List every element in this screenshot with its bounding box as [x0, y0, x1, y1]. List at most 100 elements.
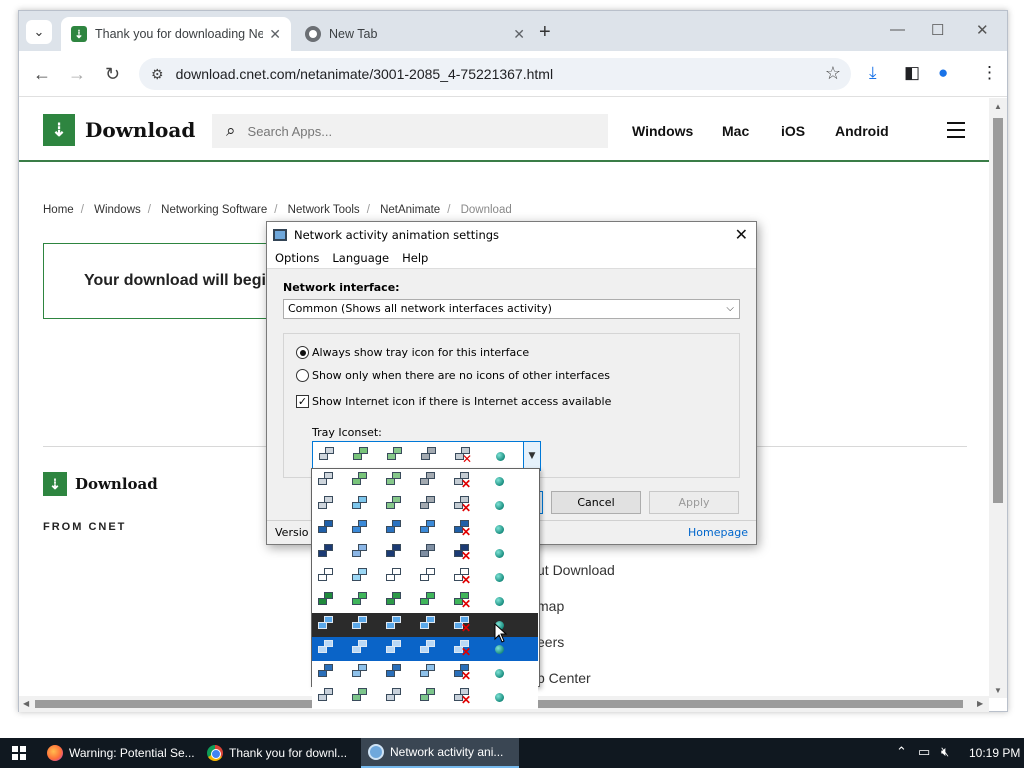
radio-show-only-label: Show only when there are no icons of oth…: [312, 369, 610, 382]
breadcrumb-windows[interactable]: Windows: [94, 204, 141, 216]
iconset-row[interactable]: ✕: [312, 661, 538, 685]
site-info-icon[interactable]: ⚙: [151, 66, 164, 83]
network-activity-icon: [386, 640, 402, 657]
network-activity-icon: [318, 568, 334, 585]
menu-kebab-icon[interactable]: ⋮: [981, 63, 998, 83]
profile-icon[interactable]: ●: [938, 63, 948, 83]
dialog-menubar: Options Language Help: [267, 248, 756, 268]
network-activity-icon: [386, 664, 402, 681]
site-search-input[interactable]: ⌕ Search Apps...: [212, 114, 608, 148]
show-hidden-icons-chevron-icon[interactable]: ⌃: [896, 744, 907, 760]
close-tab-icon[interactable]: ✕: [269, 26, 281, 43]
tray-iconset-combo[interactable]: ✕ ▼: [312, 441, 541, 471]
iconset-dropdown-list[interactable]: ✕ ✕ ✕ ✕ ✕ ✕ ✕ ✕ ✕ ✕: [311, 468, 540, 709]
nav-ios[interactable]: iOS: [781, 123, 805, 139]
network-activity-icon: [421, 447, 437, 464]
network-interface-select[interactable]: Common (Shows all network interfaces act…: [283, 299, 740, 319]
network-disconnected-icon: ✕: [454, 520, 471, 538]
network-activity-icon: [420, 568, 436, 585]
tab-cnet-download[interactable]: ⇣ Thank you for downloading Ne ✕: [61, 17, 291, 51]
dialog-close-icon[interactable]: ✕: [735, 225, 748, 244]
forward-button[interactable]: →: [68, 64, 86, 85]
homepage-link[interactable]: Homepage: [688, 526, 748, 539]
radio-show-only[interactable]: Show only when there are no icons of oth…: [296, 369, 610, 382]
iconset-row[interactable]: ✕: [312, 685, 538, 709]
iconset-row[interactable]: ✕: [312, 541, 538, 565]
menu-options[interactable]: Options: [275, 251, 319, 265]
side-panel-icon[interactable]: ◧: [904, 63, 920, 83]
hamburger-menu-icon[interactable]: [947, 122, 965, 143]
footer-logo-text[interactable]: Download: [75, 475, 158, 493]
taskbar: Warning: Potential Se... Thank you for d…: [0, 738, 1024, 768]
scroll-right-icon[interactable]: ▶: [977, 699, 983, 708]
tab-title: New Tab: [329, 27, 378, 41]
reload-button[interactable]: ↻: [105, 64, 120, 85]
maximize-button[interactable]: ☐: [931, 21, 944, 39]
iconset-row[interactable]: ✕: [312, 565, 538, 589]
window-close-button[interactable]: ✕: [976, 21, 989, 39]
windows-start-icon[interactable]: [12, 746, 26, 760]
iconset-row[interactable]: ✕: [312, 469, 538, 493]
chevron-down-icon[interactable]: ▼: [523, 442, 540, 470]
network-activity-icon: [318, 496, 334, 513]
scroll-left-icon[interactable]: ◀: [23, 699, 29, 708]
chevron-down-icon: ⌵: [726, 303, 734, 314]
menu-help[interactable]: Help: [402, 251, 428, 265]
radio-always-show[interactable]: Always show tray icon for this interface: [296, 346, 529, 359]
new-tab-button[interactable]: +: [539, 21, 551, 44]
breadcrumb-home[interactable]: Home: [43, 204, 74, 216]
taskbar-clock[interactable]: 10:19 PM: [969, 746, 1020, 760]
footer-link-careers[interactable]: eers: [537, 634, 564, 650]
taskbar-chrome-label: Thank you for downl...: [229, 746, 348, 760]
volume-muted-icon[interactable]: 🔇︎: [941, 744, 949, 760]
minimize-button[interactable]: —: [890, 21, 905, 38]
network-activity-icon: [318, 472, 334, 489]
tab-strip: ⌄ ⇣ Thank you for downloading Ne ✕ New T…: [19, 11, 1007, 51]
nav-mac[interactable]: Mac: [722, 123, 749, 139]
network-tray-icon[interactable]: ▭: [918, 744, 930, 760]
scroll-up-icon[interactable]: ▲: [994, 102, 1002, 111]
download-logo-icon[interactable]: ⇣: [43, 114, 75, 146]
iconset-row[interactable]: ✕: [312, 517, 538, 541]
menu-language[interactable]: Language: [332, 251, 389, 265]
footer-link-help-center[interactable]: p Center: [537, 670, 591, 686]
vertical-scrollbar[interactable]: ▲ ▼: [989, 98, 1007, 698]
network-activity-icon: [352, 496, 368, 513]
cancel-button[interactable]: Cancel: [551, 491, 641, 514]
iconset-row[interactable]: ✕: [312, 589, 538, 613]
network-activity-icon: [420, 544, 436, 561]
site-logo-text[interactable]: Download: [85, 118, 195, 142]
globe-icon: [495, 549, 504, 558]
scroll-down-icon[interactable]: ▼: [994, 686, 1002, 695]
back-button[interactable]: ←: [33, 64, 51, 85]
taskbar-netanimate[interactable]: Network activity ani...: [361, 738, 519, 768]
close-tab-icon[interactable]: ✕: [513, 26, 525, 43]
vertical-scroll-thumb[interactable]: [993, 118, 1003, 503]
nav-windows[interactable]: Windows: [632, 123, 693, 139]
footer-download-logo-icon[interactable]: ⇣: [43, 472, 67, 496]
network-activity-icon: [318, 544, 334, 561]
tab-new-tab[interactable]: New Tab ✕: [295, 17, 535, 51]
breadcrumb-network-tools[interactable]: Network Tools: [288, 204, 360, 216]
bookmark-star-icon[interactable]: ☆: [825, 63, 841, 84]
iconset-row[interactable]: ✕: [312, 493, 538, 517]
apply-button[interactable]: Apply: [649, 491, 739, 514]
footer-link-about-download[interactable]: ut Download: [537, 562, 615, 578]
downloads-icon[interactable]: ⤓: [869, 63, 877, 83]
footer-link-sitemap[interactable]: map: [537, 598, 564, 614]
taskbar-firefox[interactable]: Warning: Potential Se...: [40, 738, 198, 768]
version-label: Versio: [275, 526, 309, 539]
breadcrumb-networking-software[interactable]: Networking Software: [161, 204, 267, 216]
taskbar-chrome[interactable]: Thank you for downl...: [200, 738, 358, 768]
network-activity-icon: [386, 616, 402, 633]
dialog-titlebar[interactable]: Network activity animation settings ✕: [267, 222, 756, 248]
checkbox-show-internet[interactable]: ✓ Show Internet icon if there is Interne…: [296, 395, 611, 408]
address-bar[interactable]: ⚙ download.cnet.com/netanimate/3001-2085…: [139, 58, 851, 90]
nav-android[interactable]: Android: [835, 123, 889, 139]
tab-search-button[interactable]: ⌄: [26, 20, 52, 44]
network-disconnected-icon: ✕: [454, 544, 471, 562]
options-group: Always show tray icon for this interface…: [283, 333, 740, 478]
globe-icon: [495, 597, 504, 606]
breadcrumb-netanimate[interactable]: NetAnimate: [380, 204, 440, 216]
network-activity-icon: [420, 664, 436, 681]
